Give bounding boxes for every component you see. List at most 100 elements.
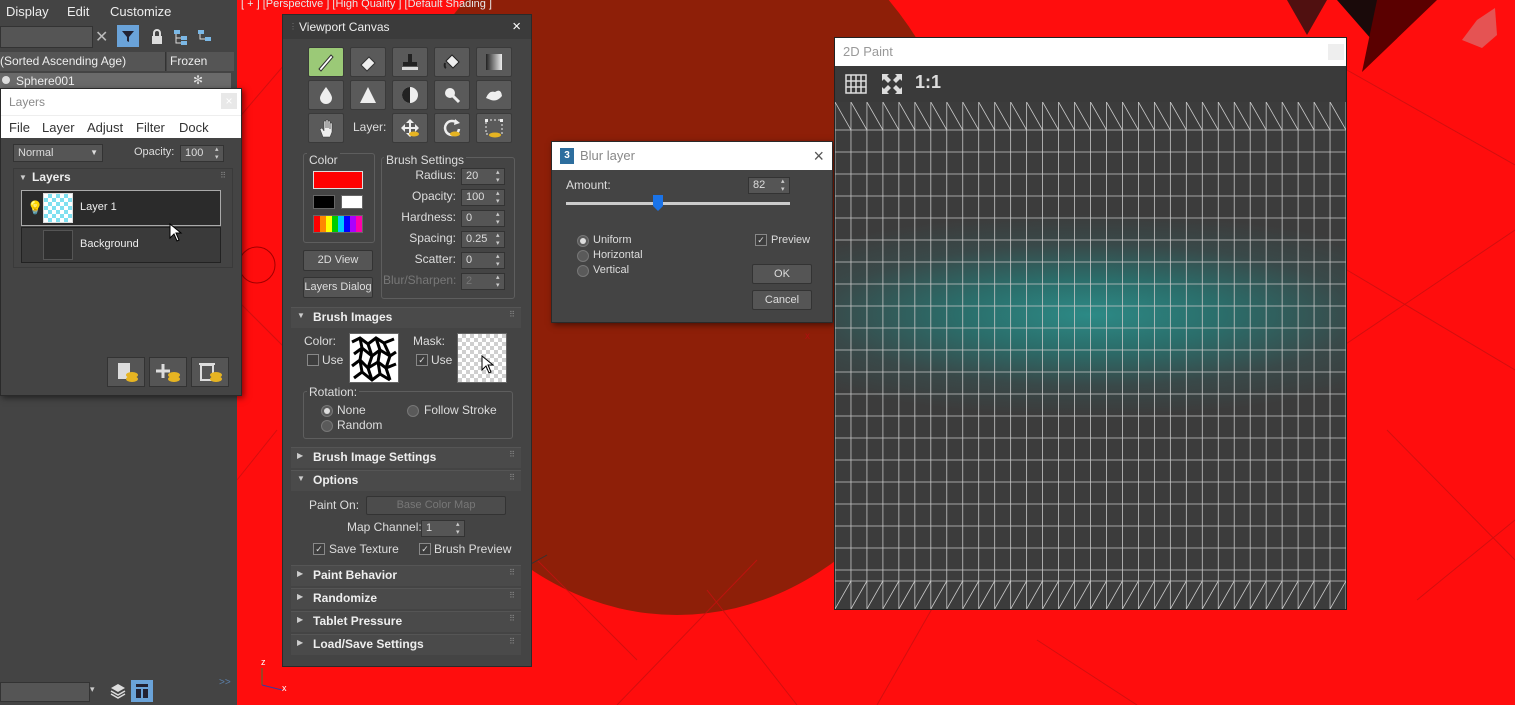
menu-adjust[interactable]: Adjust — [87, 120, 123, 135]
black-color-swatch[interactable] — [313, 195, 335, 209]
brush-preview-checkbox[interactable]: ✓ — [419, 543, 431, 555]
hierarchy-alt-icon[interactable] — [196, 28, 214, 49]
grid-toggle-button[interactable] — [843, 71, 869, 97]
clear-search-icon[interactable]: ✕ — [95, 27, 108, 47]
cancel-button[interactable]: Cancel — [752, 290, 812, 310]
brush-images-rollout-header[interactable]: ▼ Brush Images ⠿ — [291, 307, 521, 328]
ok-button[interactable]: OK — [752, 264, 812, 284]
move-tool[interactable] — [308, 113, 344, 143]
menu-edit[interactable]: Edit — [67, 4, 89, 19]
mask-use-checkbox[interactable]: ✓ — [416, 354, 428, 366]
expand-icon[interactable]: >> — [219, 677, 231, 688]
scene-search-input[interactable] — [0, 26, 93, 48]
menu-customize[interactable]: Customize — [110, 4, 171, 19]
blend-mode-select[interactable]: Normal ▼ — [13, 144, 103, 162]
contrast-tool[interactable] — [392, 80, 428, 110]
fit-view-button[interactable] — [879, 71, 905, 97]
add-layer-button[interactable] — [149, 357, 187, 387]
paint-behavior-rollout-header[interactable]: ▶ Paint Behavior ⠿ — [291, 565, 521, 586]
scatter-spinner[interactable]: 0 — [461, 252, 505, 269]
zoom-actual-size-button[interactable]: 1:1 — [915, 72, 941, 93]
hardness-spinner[interactable]: 0 — [461, 210, 505, 227]
rotation-follow-stroke-radio[interactable] — [407, 405, 419, 417]
visibility-bulb-icon[interactable]: 💡 — [27, 200, 43, 216]
menu-display[interactable]: Display — [6, 4, 49, 19]
gradient-tool[interactable] — [476, 47, 512, 77]
frozen-column-header[interactable]: Frozen — [167, 52, 234, 71]
layer-row-background[interactable]: Background — [21, 227, 221, 263]
grip-icon[interactable]: ⋮ — [289, 15, 297, 39]
visibility-icon[interactable] — [2, 76, 10, 84]
layer-dropdown[interactable] — [0, 682, 90, 702]
paint-on-button[interactable]: Base Color Map — [366, 496, 506, 515]
layers-window-titlebar[interactable]: Layers × — [1, 89, 241, 115]
fill-tool[interactable] — [434, 47, 470, 77]
tablet-pressure-rollout-header[interactable]: ▶ Tablet Pressure ⠿ — [291, 611, 521, 632]
sharpen-tool[interactable] — [350, 80, 386, 110]
options-rollout-header[interactable]: ▼ Options ⠿ — [291, 470, 521, 491]
blur-sharpen-spinner[interactable]: 2 — [461, 273, 505, 290]
2d-view-button[interactable]: 2D View — [303, 250, 373, 271]
dodge-burn-tool[interactable] — [434, 80, 470, 110]
uniform-radio[interactable] — [577, 235, 589, 247]
amount-slider-track[interactable] — [566, 202, 790, 205]
spacing-spinner[interactable]: 0.25 — [461, 231, 505, 248]
close-icon[interactable]: × — [813, 142, 824, 170]
clone-tool[interactable] — [392, 47, 428, 77]
paint-brush-tool[interactable] — [308, 47, 344, 77]
layer-opacity-spinner[interactable]: 100 — [180, 145, 224, 162]
vertical-radio[interactable] — [577, 265, 589, 277]
dropdown-arrow-icon[interactable]: ▾ — [90, 684, 95, 695]
color-palette[interactable] — [313, 215, 363, 233]
layer-rotate-button[interactable] — [434, 113, 470, 143]
horizontal-radio[interactable] — [577, 250, 589, 262]
white-color-swatch[interactable] — [341, 195, 363, 209]
scene-row-sphere[interactable]: Sphere001 ✻ — [0, 73, 231, 89]
blur-tool[interactable] — [308, 80, 344, 110]
randomize-rollout-header[interactable]: ▶ Randomize ⠿ — [291, 588, 521, 609]
scene-explorer-toggle-icon[interactable] — [131, 680, 153, 702]
frozen-icon[interactable]: ✻ — [193, 73, 203, 87]
brush-opacity-spinner[interactable]: 100 — [461, 189, 505, 206]
menu-dock[interactable]: Dock — [179, 120, 209, 135]
2d-paint-canvas[interactable] — [835, 102, 1346, 609]
map-channel-spinner[interactable]: 1 — [421, 520, 465, 537]
grip-icon[interactable]: ⠿ — [220, 171, 226, 180]
radius-spinner[interactable]: 20 — [461, 168, 505, 185]
erase-tool[interactable] — [350, 47, 386, 77]
viewport-canvas-titlebar[interactable]: ⋮ Viewport Canvas × — [283, 15, 531, 39]
menu-layer[interactable]: Layer — [42, 120, 75, 135]
lock-icon[interactable] — [150, 29, 164, 48]
menu-file[interactable]: File — [9, 120, 30, 135]
primary-color-swatch[interactable] — [313, 171, 363, 189]
blur-dialog-titlebar[interactable]: 3 Blur layer × — [552, 142, 832, 170]
layer-scale-button[interactable] — [476, 113, 512, 143]
filter-icon[interactable] — [117, 25, 139, 47]
load-save-settings-rollout-header[interactable]: ▶ Load/Save Settings ⠿ — [291, 634, 521, 655]
smudge-tool[interactable] — [476, 80, 512, 110]
viewport-label[interactable]: [ + ] [Perspective ] [High Quality ] [De… — [241, 0, 492, 10]
delete-layer-button[interactable] — [191, 357, 229, 387]
save-texture-checkbox[interactable]: ✓ — [313, 543, 325, 555]
layers-dialog-button[interactable]: Layers Dialog — [303, 277, 373, 298]
close-icon[interactable] — [1328, 44, 1344, 60]
rotation-none-radio[interactable] — [321, 405, 333, 417]
brush-image-settings-rollout-header[interactable]: ▶ Brush Image Settings ⠿ — [291, 447, 521, 468]
amount-spinner[interactable]: 82 — [748, 177, 790, 194]
brush-color-image[interactable] — [349, 333, 399, 383]
layers-stack-icon[interactable] — [108, 681, 128, 704]
rollout-collapse-icon[interactable]: ▼ — [19, 173, 27, 182]
layers-rollout-title[interactable]: Layers — [32, 170, 71, 184]
menu-filter[interactable]: Filter — [136, 120, 165, 135]
amount-slider-thumb[interactable] — [652, 195, 663, 211]
rotation-random-radio[interactable] — [321, 420, 333, 432]
color-use-checkbox[interactable] — [307, 354, 319, 366]
hierarchy-icon[interactable] — [172, 28, 190, 49]
sort-column-header[interactable]: (Sorted Ascending Age) — [0, 52, 166, 71]
close-icon[interactable]: × — [221, 93, 237, 109]
preview-checkbox[interactable]: ✓ — [755, 234, 767, 246]
layer-row-layer1[interactable]: 💡 Layer 1 — [21, 190, 221, 226]
close-icon[interactable]: × — [512, 15, 521, 39]
layer-move-button[interactable] — [392, 113, 428, 143]
2d-paint-titlebar[interactable]: 2D Paint — [835, 38, 1346, 66]
